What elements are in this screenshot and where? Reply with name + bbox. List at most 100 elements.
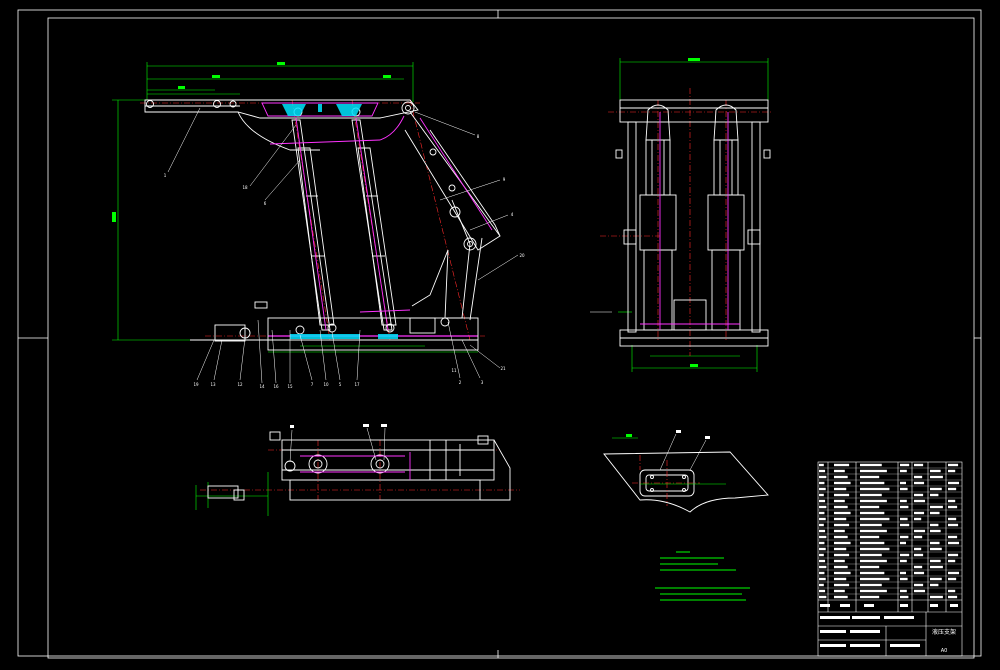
parts-list-cell-text [900,517,908,521]
parts-list-cell-text [900,541,906,545]
parts-list-cell-text [900,463,910,467]
parts-list-cell-text [930,595,943,599]
parts-list-cell-text [860,553,882,557]
part-label: 13 [210,382,216,387]
parts-list-cell-text [900,469,907,473]
parts-list-cell-text [834,577,847,581]
parts-list-cell-text [914,499,926,503]
parts-list-cell-text [930,511,940,515]
parts-list-cell-text [860,541,885,545]
parts-list-cell-text [900,559,907,563]
parts-list-cell-text [900,553,910,557]
parts-list-cell-text [834,559,845,563]
parts-list-cell-text [834,517,847,521]
parts-list-cell-text [860,589,887,593]
title-block-cell-text [850,630,880,633]
part-label: 4 [511,212,514,217]
parts-list-cell-text [860,583,882,587]
parts-list-cell-text [914,547,922,551]
parts-list-cell-text [900,481,906,485]
parts-list-cell-text [900,499,907,503]
parts-list-cell-text [914,511,925,515]
parts-list-cell-text [860,523,882,527]
part-label: 12 [237,382,243,387]
parts-list-cell-text [860,493,882,497]
parts-list-cell-text [860,535,880,539]
parts-list-cell-text [819,529,826,533]
part-label: 18 [242,185,248,190]
parts-list-cell-text [914,529,926,533]
drawing-name: 液压支架 [932,628,956,636]
parts-list-cell-text [819,583,824,587]
part-label: 9 [503,177,506,182]
parts-list-cell-text [930,505,943,509]
base-section-hatch [290,334,398,339]
parts-list-cell-text [914,475,923,479]
parts-list-cell-text [930,475,943,479]
part-label: 16 [273,384,279,389]
part-label: 19 [193,382,199,387]
parts-list-cell-text [930,541,940,545]
parts-list-cell-text [834,553,850,557]
title-block-cell-text [884,616,914,619]
parts-list-cell-text [948,577,957,581]
parts-list-cell-text [860,481,885,485]
parts-list-cell-text [819,487,826,491]
parts-list-cell-text [819,499,826,503]
parts-list-cell-text [860,565,880,569]
parts-list-cell-text [834,541,851,545]
parts-list-cell-text [900,589,907,593]
parts-list-cell-text [819,475,827,479]
part-label: 7 [311,382,314,387]
parts-list-cell-text [819,559,826,563]
parts-list-cell-text [948,571,960,575]
parts-list-cell-text [948,589,956,593]
parts-list-cell-text [948,559,956,563]
part-label: 15 [287,384,293,389]
parts-list-cell-text [948,541,960,545]
parts-list-cell-text [860,475,880,479]
part-label: 14 [259,384,265,389]
parts-list-cell-text [930,529,941,533]
title-block-cell-text [864,604,874,607]
parts-list-cell-text [914,535,923,539]
parts-list-cell-text [900,505,909,509]
parts-list-cell-text [834,493,850,497]
parts-list-cell-text [819,517,826,521]
parts-list-cell-text [914,553,924,557]
parts-list-cell-text [819,547,826,551]
parts-list-cell-text [860,505,880,509]
parts-list-cell-text [860,529,887,533]
parts-list-cell-text [914,463,924,467]
parts-list-cell-text [819,565,827,569]
parts-list-cell-text [819,541,825,545]
title-block-cell-text [930,604,938,607]
parts-list-cell-text [948,487,957,491]
parts-list-cell-text [930,577,942,581]
part-label: 10 [323,382,329,387]
parts-list-cell-text [834,571,851,575]
parts-list-cell-text [930,487,942,491]
title-block-cell-text [820,604,830,607]
parts-list-cell-text [948,505,958,509]
title-block-cell-text [950,604,958,607]
title-block-cell-text [850,644,880,647]
title-block-cell-text [890,644,920,647]
title-block-cell-text [820,644,846,647]
drawing-canvas: 1 18 6 8 9 4 20 2 3 21 19 13 12 14 16 15… [0,0,1000,666]
parts-list-cell-text [860,571,885,575]
parts-list-cell-text [914,583,924,587]
parts-list-cell-text [834,487,847,491]
parts-list-cell-text [834,511,851,515]
parts-list-cell-text [914,493,924,497]
title-block-cell-text [820,630,846,633]
part-label: 20 [519,253,525,258]
part-label: 5 [339,382,342,387]
parts-list-cell-text [819,511,825,515]
parts-list-cell-text [834,463,850,467]
parts-list-cell-text [834,505,848,509]
parts-list-cell-text [834,535,848,539]
parts-list-cell-text [819,589,826,593]
parts-list-cell-text [948,535,958,539]
title-block-cell-text [900,604,908,607]
